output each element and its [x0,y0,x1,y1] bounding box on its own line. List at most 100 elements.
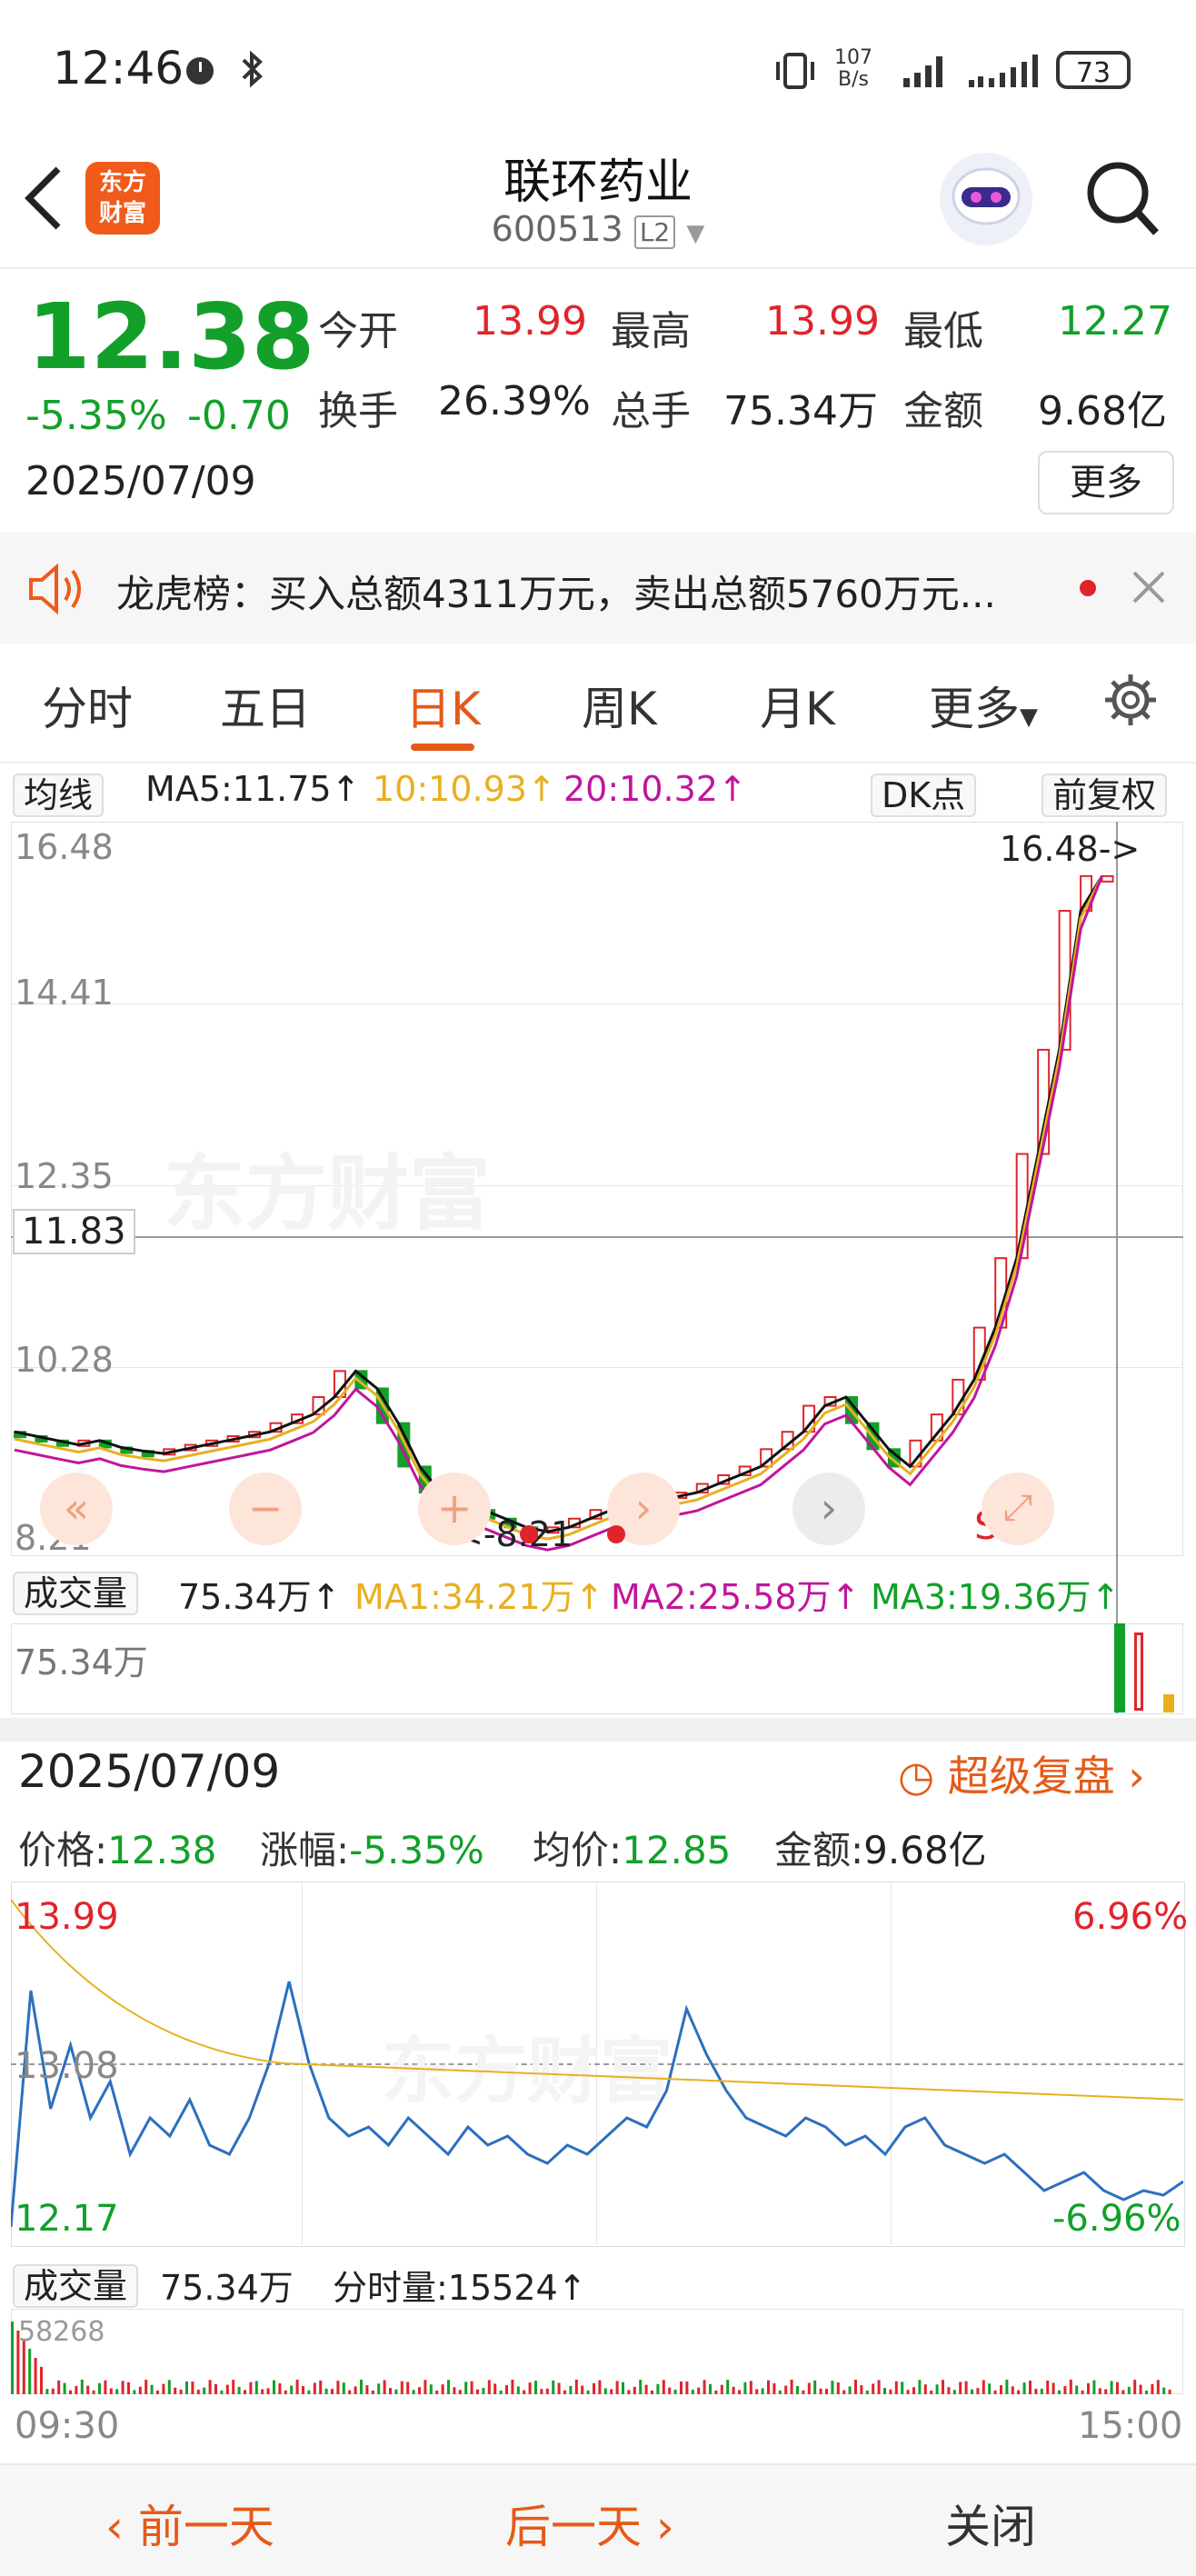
intraday-volume-bar [796,2385,799,2394]
tab-weekly-k[interactable]: 周K [582,673,657,738]
intraday-volume-bar [1121,2390,1125,2394]
intraday-volume-bar [389,2388,392,2394]
intraday-volume-bar [249,2381,253,2394]
volume-chart-area[interactable] [11,1623,1183,1714]
intraday-volume-bar [453,2387,456,2394]
intraday-volume-bar [673,2389,677,2394]
intraday-volume-bar [1040,2388,1043,2394]
intraday-volume-bar [191,2381,194,2394]
volume-selector[interactable]: 成交量 [13,1565,139,1615]
zoom-in-button[interactable]: + [418,1473,491,1545]
intraday-volume-selector[interactable]: 成交量 [13,2258,139,2308]
low-label: 最低 [903,308,983,354]
intraday-volume-bar [1162,2387,1166,2394]
intraday-volume-bar [51,2388,55,2394]
intraday-pct-top: 6.96% [1072,1896,1189,1938]
intraday-volume-bar [644,2384,648,2394]
prev-day-label: 前一天 [137,2501,274,2553]
intraday-volume-bar [232,2380,235,2394]
intraday-volume-bar [540,2389,543,2394]
intraday-volume-bar [203,2387,206,2394]
y-label-1: 16.48 [15,827,114,867]
chevron-right-icon: › [1128,1752,1145,1801]
scroll-right-button[interactable]: › [792,1473,865,1545]
zoom-out-button[interactable]: − [229,1473,302,1545]
intraday-volume-bar [586,2390,590,2394]
search-button[interactable] [1083,158,1161,244]
intraday-volume-bar [150,2384,154,2394]
intraday-volume-bar [1075,2385,1079,2394]
intraday-volume-bar [104,2380,107,2394]
tab-intraday[interactable]: 分时 [42,673,133,738]
intraday-y-mid: 13.08 [15,2045,119,2087]
quote-date: 2025/07/09 [25,458,256,504]
intraday-volume-bar [1000,2385,1002,2394]
intraday-volume-bar [622,2381,624,2394]
tab-five-day[interactable]: 五日 [220,673,311,738]
intraday-volume-bar [802,2390,805,2394]
tab-more[interactable]: 更多▼ [929,673,1038,738]
scroll-left-button[interactable]: « [40,1473,113,1545]
intraday-volume-bar [28,2349,32,2394]
unread-dot [1080,580,1096,596]
intraday-volume-bar [80,2380,84,2394]
tab-daily-k[interactable]: 日K [405,673,481,738]
intraday-volume-bar [63,2382,66,2394]
intraday-volume-bar [278,2383,282,2394]
intraday-volume-bar [668,2387,672,2394]
open-value: 13.99 [473,298,587,344]
intraday-volume-bar [691,2389,694,2394]
intraday-volume-bar [447,2380,450,2394]
adjust-toggle[interactable]: 前复权 [1042,767,1168,817]
intraday-volume-bar [574,2380,578,2394]
change-percent: -5.35% [25,393,167,439]
tab-monthly-k[interactable]: 月K [760,673,835,738]
intraday-volume-bar [313,2382,316,2394]
intraday-volume-bar [959,2381,962,2394]
intraday-volume-bar [923,2384,927,2394]
close-icon[interactable] [1131,569,1167,605]
intraday-volume-bar [360,2380,363,2394]
intraday-volume-bar [505,2385,508,2394]
close-button[interactable]: 关闭 [945,2491,1036,2556]
prev-day-button[interactable]: ‹ 前一天 [105,2491,274,2556]
plus-icon: + [436,1483,473,1533]
volume-bar [1163,1694,1174,1712]
intraday-volume-bar [552,2380,555,2394]
intraday-volume-bar [319,2380,323,2394]
more-button[interactable]: 更多 [1038,451,1174,514]
robot-assistant-icon[interactable] [940,153,1032,245]
super-replay-button[interactable]: ◷ 超级复盘 › [898,1743,1145,1803]
next-day-button[interactable]: 后一天 › [505,2491,674,2556]
ma-selector[interactable]: 均线 [13,767,105,817]
dk-point-label: DK点 [871,774,977,817]
intraday-volume-svg [11,2321,1171,2394]
intraday-volume-bar [516,2386,520,2394]
dragon-tiger-notice[interactable]: 龙虎榜：买入总额4311万元，卖出总额5760万元... [0,533,1196,644]
intraday-volume-bar [418,2387,421,2394]
intraday-volume-bar [133,2390,136,2394]
intraday-volume-bar [336,2381,340,2394]
intraday-volume-bar [662,2380,665,2394]
crosshair-price: 11.83 [13,1209,135,1254]
detail-average: 均价:12.85 [533,1828,732,1872]
intraday-average-line [11,1899,1183,2101]
volume-ma2: MA2:25.58万↑ [611,1577,861,1617]
volume-bar [1114,1623,1125,1712]
intraday-volume-bar [930,2391,933,2394]
settings-gear-icon[interactable] [1101,671,1160,729]
intraday-volume-bar [429,2384,433,2394]
intraday-volume-bar [302,2386,304,2394]
intraday-volume-bar [732,2386,735,2394]
intraday-volume-bar [627,2390,631,2394]
intraday-volume-bar [1029,2381,1032,2394]
intraday-volume-bar [1087,2382,1090,2394]
intraday-volume-bar [208,2380,212,2394]
minus-icon: − [247,1483,284,1533]
fullscreen-button[interactable]: ⤢ [982,1473,1054,1545]
intraday-volume-bar [307,2390,311,2394]
intraday-volume-bar [220,2390,224,2394]
dk-point-toggle[interactable]: DK点 [871,767,977,817]
intraday-volume-bar [545,2388,549,2394]
intraday-pct-bot: -6.96% [1052,2198,1181,2240]
